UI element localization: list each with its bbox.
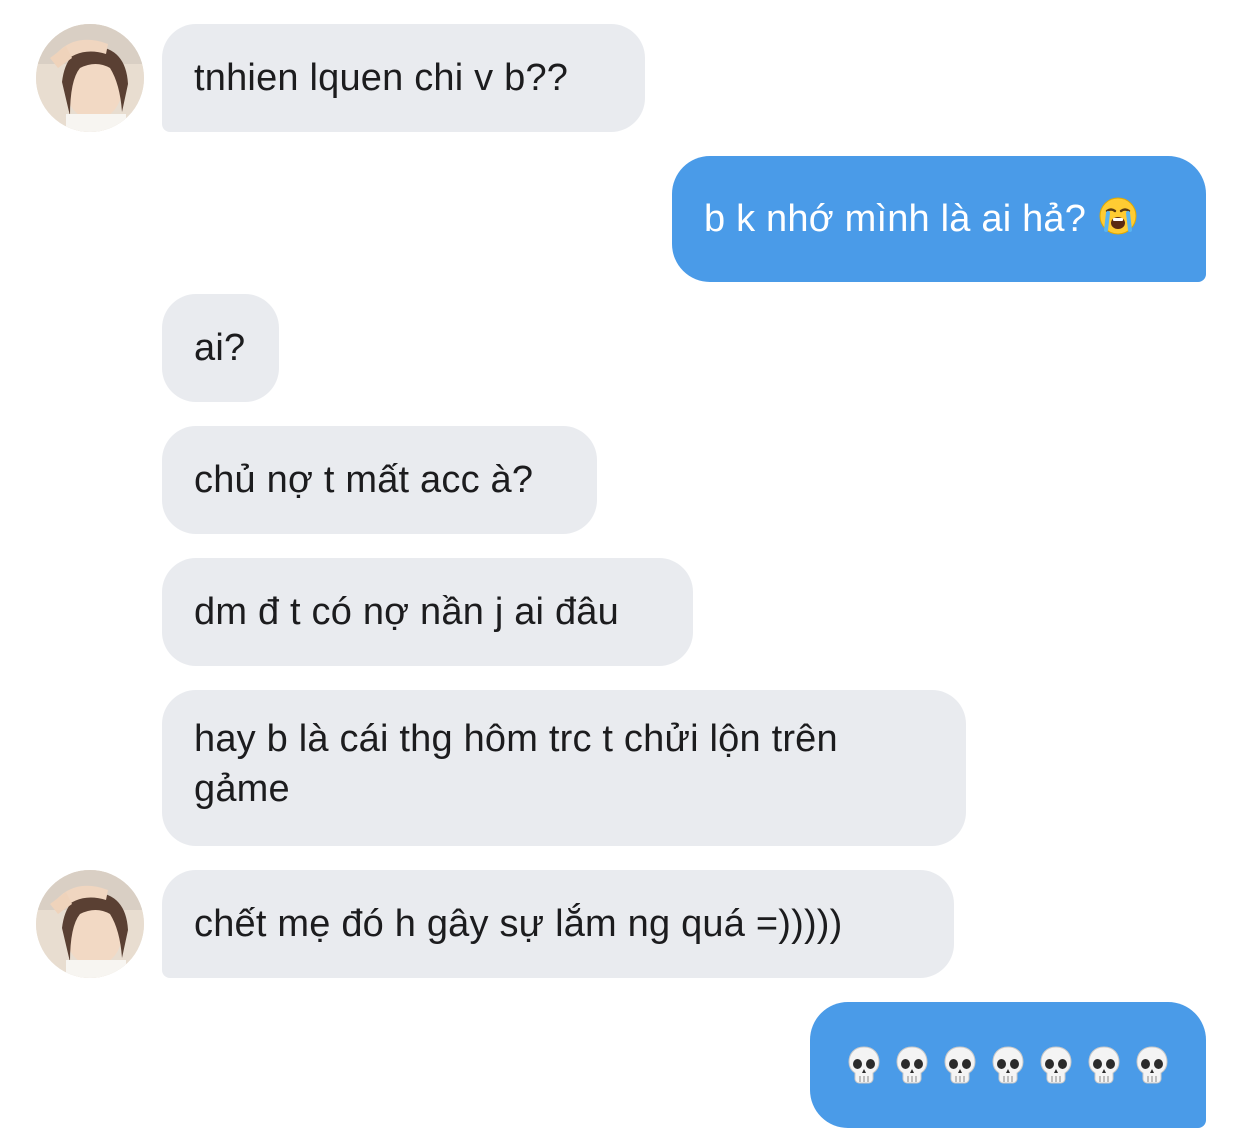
- skull-emoji: [943, 1045, 977, 1085]
- skull-emoji: [991, 1045, 1025, 1085]
- skull-emoji: [1135, 1045, 1169, 1085]
- incoming-message: chủ nợ t mất acc à?: [162, 426, 597, 534]
- message-text: tnhien lquen chi v b??: [194, 57, 569, 99]
- incoming-message: tnhien lquen chi v b??: [162, 24, 645, 132]
- message-text: chủ nợ t mất acc à?: [194, 459, 534, 501]
- skull-emoji: [895, 1045, 929, 1085]
- message-text: dm đ t có nợ nần j ai đâu: [194, 591, 619, 633]
- outgoing-message: b k nhớ mình là ai hả?: [672, 156, 1206, 282]
- incoming-message: chết mẹ đó h gây sự lắm ng quá =))))): [162, 870, 954, 978]
- skull-emoji: [1039, 1045, 1073, 1085]
- message-text: b k nhớ mình là ai hả?: [704, 198, 1087, 240]
- incoming-message: ai?: [162, 294, 279, 402]
- message-text: ai?: [194, 327, 246, 369]
- contact-avatar[interactable]: [36, 870, 144, 978]
- message-text: chết mẹ đó h gây sự lắm ng quá =))))): [194, 903, 843, 945]
- chat-thread: tnhien lquen chi v b?? b k nhớ mình là a…: [0, 0, 1242, 1136]
- skull-emoji: [847, 1045, 881, 1085]
- incoming-message: hay b là cái thg hôm trc t chửi lộn trên…: [162, 690, 966, 846]
- incoming-message: dm đ t có nợ nần j ai đâu: [162, 558, 693, 666]
- outgoing-message: [810, 1002, 1206, 1128]
- loudly-crying-face-emoji: [1098, 196, 1138, 236]
- contact-avatar[interactable]: [36, 24, 144, 132]
- message-text: hay b là cái thg hôm trc t chửi lộn trên…: [194, 718, 838, 810]
- skull-emoji: [1087, 1045, 1121, 1085]
